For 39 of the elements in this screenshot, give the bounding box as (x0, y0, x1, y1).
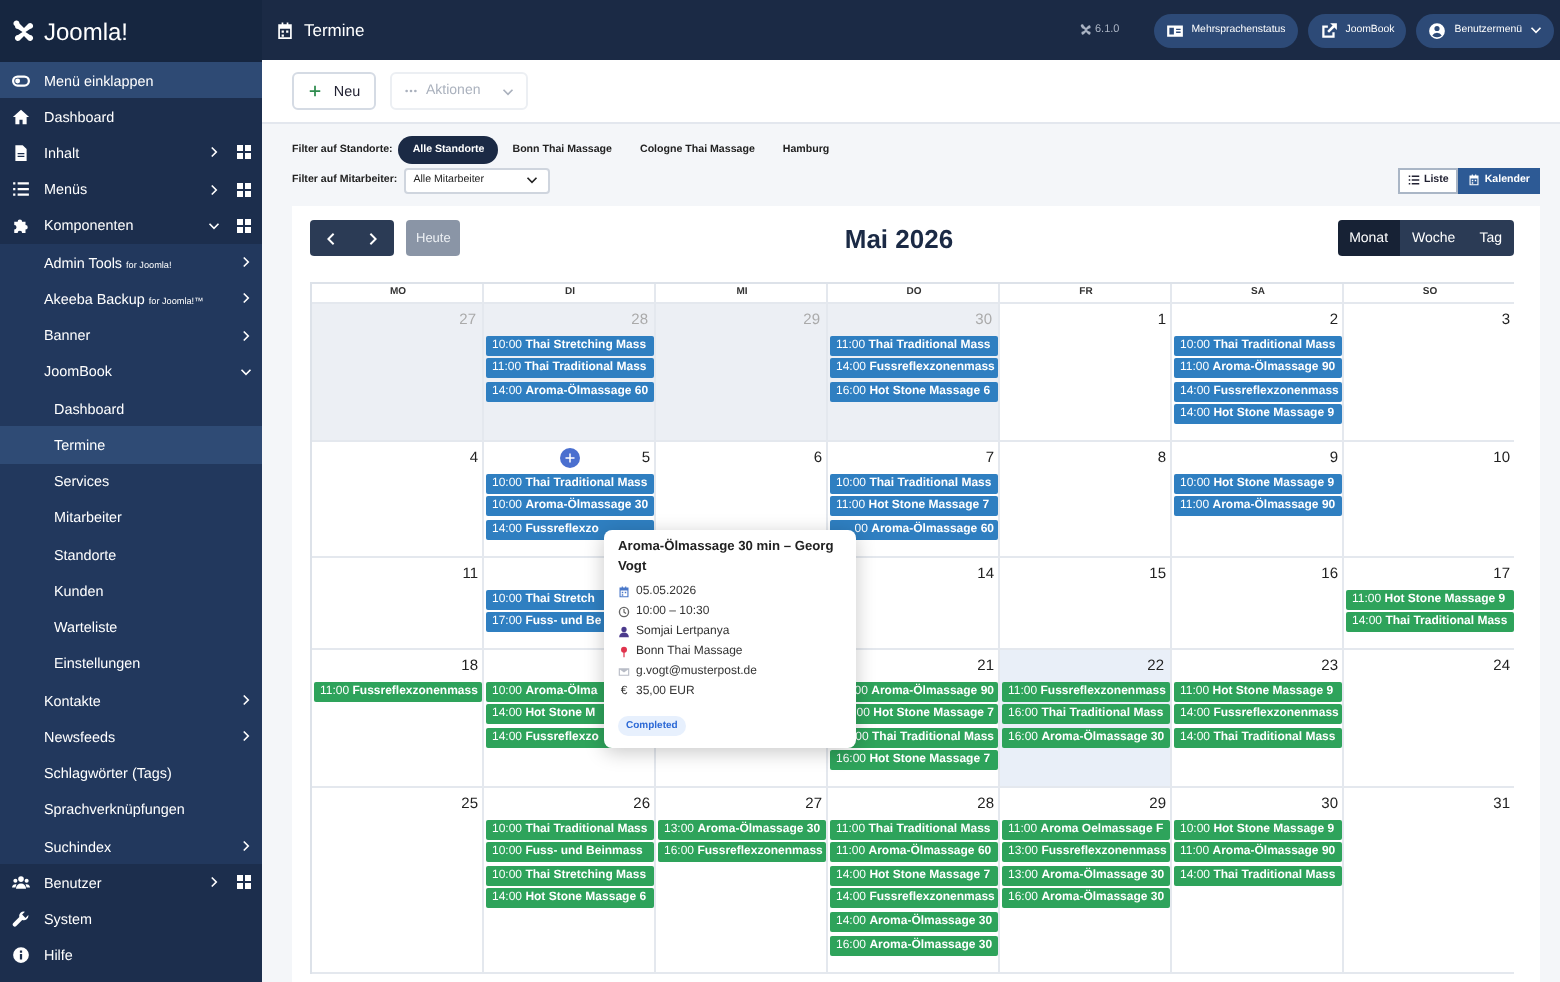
grid-icon[interactable] (236, 144, 252, 161)
calendar-icon (1468, 174, 1481, 186)
calendar-icon (618, 586, 630, 598)
page-title: Termine (304, 20, 367, 40)
list-icon (12, 180, 30, 199)
info-icon (12, 946, 30, 965)
chevron-down-icon (1530, 24, 1542, 36)
dots-icon (404, 84, 418, 98)
home-icon (12, 107, 30, 126)
pin-icon (618, 646, 630, 658)
add-event-button[interactable] (560, 448, 580, 468)
logo-icon (1079, 24, 1091, 36)
external-link-icon (1319, 21, 1338, 39)
previous-button[interactable] (310, 220, 352, 256)
grid-icon[interactable] (236, 874, 252, 891)
grid-icon[interactable] (236, 181, 252, 198)
brand-name: Joomla! (44, 17, 129, 45)
clock-icon (618, 606, 630, 618)
puzzle-icon (12, 216, 30, 235)
user-icon (1428, 21, 1447, 39)
chevron-left-icon (324, 231, 338, 245)
calendar-icon (276, 21, 294, 39)
person-icon (618, 626, 630, 638)
plus-icon (307, 84, 322, 98)
grid-icon[interactable] (236, 217, 252, 234)
card-icon (1165, 21, 1184, 39)
wrench-icon (12, 910, 30, 929)
file-icon (12, 143, 30, 162)
chevron-right-icon (366, 231, 380, 245)
plus-icon (564, 452, 576, 464)
list-icon (1407, 174, 1420, 186)
toggle-icon (12, 71, 30, 89)
logo-icon (12, 19, 36, 43)
next-button[interactable] (352, 220, 394, 256)
envelope-icon (618, 666, 630, 678)
chevron-down-icon (525, 174, 538, 186)
chevron-down-icon (502, 85, 514, 97)
month-title: Mai 2026 (842, 223, 956, 253)
users-icon (12, 873, 30, 892)
